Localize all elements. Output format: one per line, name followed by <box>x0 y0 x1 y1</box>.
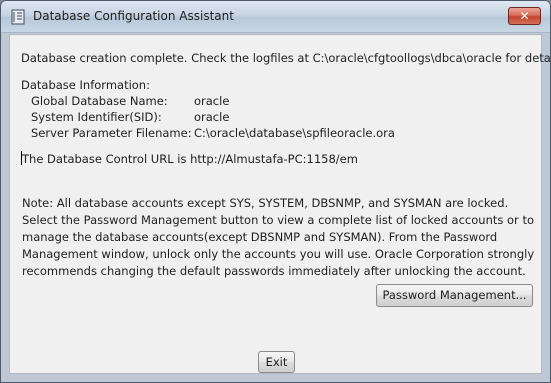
database-app-icon <box>11 9 25 25</box>
close-icon: ✕ <box>519 9 530 23</box>
close-button[interactable]: ✕ <box>508 7 541 25</box>
info-label-global-name: Global Database Name: <box>31 94 168 108</box>
info-value-spfile: C:\oracle\database\spfileoracle.ora <box>194 126 395 140</box>
dialog-content: Database creation complete. Check the lo… <box>9 34 550 374</box>
locked-accounts-note: Note: All database accounts except SYS, … <box>22 196 535 278</box>
info-value-sid: oracle <box>194 110 230 124</box>
control-url-text[interactable]: The Database Control URL is http://Almus… <box>22 152 358 166</box>
status-message: Database creation complete. Check the lo… <box>21 51 551 65</box>
title-bar[interactable]: Database Configuration Assistant ✕ <box>1 1 550 33</box>
window-title: Database Configuration Assistant <box>33 9 234 23</box>
info-value-global-name: oracle <box>194 94 230 108</box>
info-heading: Database Information: <box>21 78 150 92</box>
info-label-spfile: Server Parameter Filename: <box>31 126 192 140</box>
exit-button[interactable]: Exit <box>258 351 295 373</box>
dbca-window: Database Configuration Assistant ✕ Datab… <box>0 0 551 383</box>
info-label-sid: System Identifier(SID): <box>31 110 162 124</box>
password-management-button[interactable]: Password Management... <box>376 284 533 307</box>
